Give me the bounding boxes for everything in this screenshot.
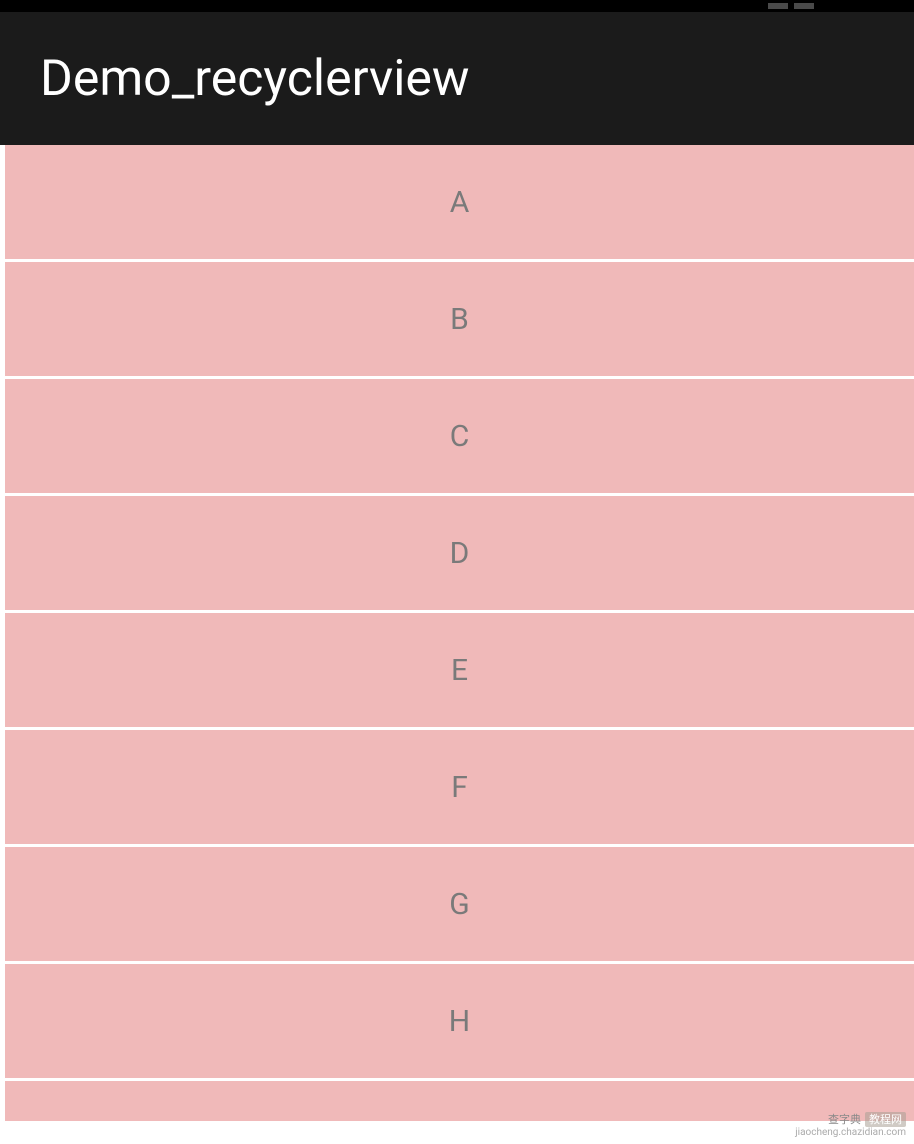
- signal-icon: [768, 3, 788, 9]
- list-item-label: H: [449, 1004, 470, 1039]
- list-item-label: C: [450, 419, 470, 454]
- list-item[interactable]: F: [5, 730, 914, 847]
- watermark: 查字典 教程网 jiaocheng.chazidian.com: [795, 1112, 906, 1139]
- menu-icon: [794, 3, 814, 9]
- list-item[interactable]: D: [5, 496, 914, 613]
- list-item[interactable]: E: [5, 613, 914, 730]
- list-item[interactable]: A: [5, 145, 914, 262]
- list-item-label: A: [450, 185, 470, 220]
- list-item[interactable]: G: [5, 847, 914, 964]
- list-item[interactable]: H: [5, 964, 914, 1081]
- list-item-label: D: [450, 536, 470, 571]
- watermark-badge: 教程网: [865, 1112, 906, 1127]
- watermark-url: jiaocheng.chazidian.com: [795, 1127, 906, 1139]
- recycler-view[interactable]: A B C D E F G H: [5, 145, 914, 1121]
- list-item[interactable]: [5, 1081, 914, 1121]
- watermark-text: 查字典: [828, 1113, 861, 1126]
- list-item-label: G: [449, 887, 469, 922]
- list-item-label: F: [451, 770, 468, 805]
- app-bar: Demo_recyclerview: [0, 12, 914, 145]
- list-item[interactable]: B: [5, 262, 914, 379]
- app-title: Demo_recyclerview: [40, 50, 469, 108]
- list-item-label: E: [451, 653, 468, 688]
- list-item-label: B: [450, 302, 469, 337]
- status-bar: [0, 0, 914, 12]
- list-item[interactable]: C: [5, 379, 914, 496]
